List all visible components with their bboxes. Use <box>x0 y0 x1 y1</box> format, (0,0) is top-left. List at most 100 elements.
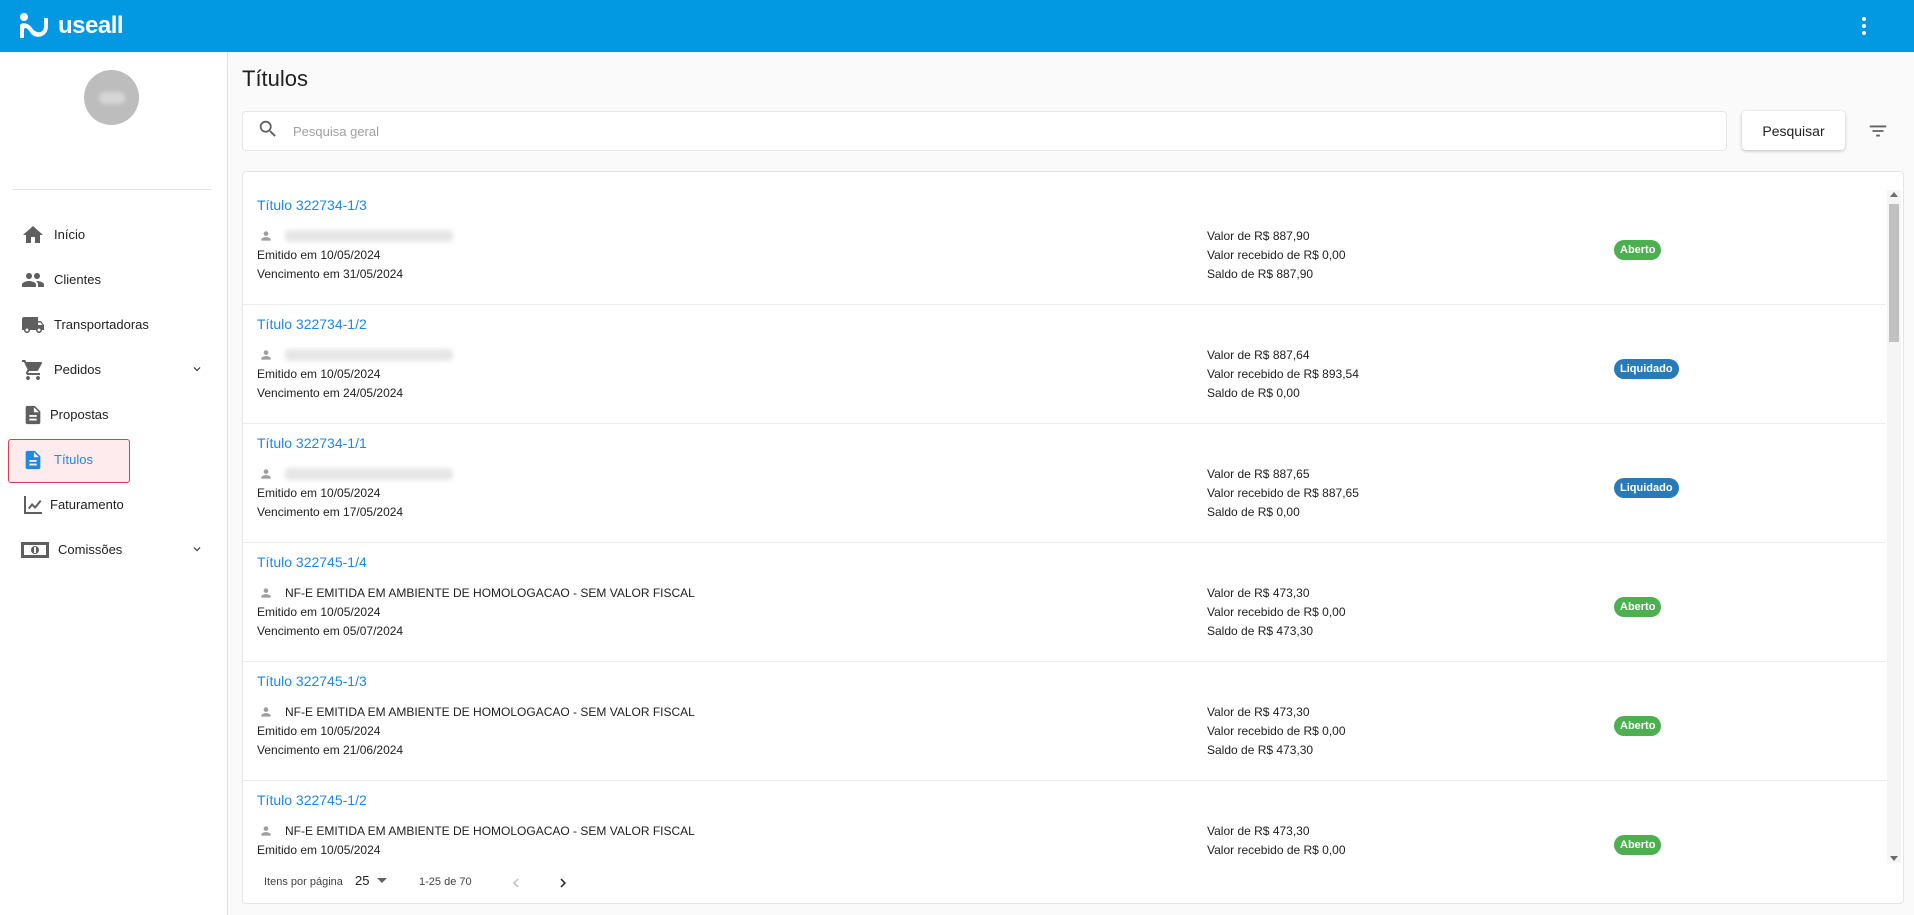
titulo-link[interactable]: Título 322734-1/3 <box>257 197 367 213</box>
sidebar-item-propostas[interactable]: Propostas <box>0 392 228 437</box>
home-icon <box>20 222 46 248</box>
balance: Saldo de R$ 473,30 <box>1207 743 1314 757</box>
useall-logo-icon <box>20 13 48 38</box>
client-name-redacted <box>285 349 453 361</box>
status-badge: Aberto <box>1614 597 1662 617</box>
table-row[interactable]: Título 322734-1/3 Emitido em 10/05/2024 … <box>243 186 1886 305</box>
client-name: NF-E EMITIDA EM AMBIENTE DE HOMOLOGACAO … <box>285 586 695 600</box>
scroll-down-arrow-icon[interactable] <box>1890 856 1898 861</box>
page-title: Títulos <box>242 66 309 91</box>
issue-date: Emitido em 10/05/2024 <box>257 248 381 262</box>
issue-date: Emitido em 10/05/2024 <box>257 486 381 500</box>
table-row[interactable]: Título 322745-1/3 NF-E EMITIDA EM AMBIEN… <box>243 662 1886 781</box>
previous-page-icon[interactable] <box>506 873 526 893</box>
person-icon <box>261 350 271 360</box>
titulos-list[interactable]: Título 322734-1/3 Emitido em 10/05/2024 … <box>243 186 1886 867</box>
titulo-link[interactable]: Título 322745-1/2 <box>257 792 367 808</box>
amount: Valor de R$ 887,90 <box>1207 229 1310 243</box>
search-input[interactable] <box>293 123 1693 139</box>
truck-icon <box>20 312 46 338</box>
status-badge: Aberto <box>1614 716 1662 736</box>
search-box <box>242 111 1727 151</box>
due-date: Vencimento em 17/05/2024 <box>257 505 404 519</box>
paginator: Itens por página 25 1-25 de 70 <box>243 862 1886 902</box>
amount-received: Valor recebido de R$ 893,54 <box>1207 367 1359 381</box>
sidebar-item-label: Transportadoras <box>54 317 149 332</box>
chevron-down-icon[interactable] <box>190 362 204 379</box>
amount-received: Valor recebido de R$ 0,00 <box>1207 843 1346 857</box>
titulo-link[interactable]: Título 322745-1/4 <box>257 554 367 570</box>
table-row[interactable]: Título 322745-1/4 NF-E EMITIDA EM AMBIEN… <box>243 543 1886 662</box>
client-line: NF-E EMITIDA EM AMBIENTE DE HOMOLOGACAO … <box>257 705 695 719</box>
sidebar-item-transportadoras[interactable]: Transportadoras <box>0 302 228 347</box>
more-vert-icon[interactable] <box>1852 14 1876 38</box>
client-name: NF-E EMITIDA EM AMBIENTE DE HOMOLOGACAO … <box>285 824 695 838</box>
document-icon <box>20 447 46 473</box>
amount: Valor de R$ 473,30 <box>1207 586 1310 600</box>
items-per-page-label: Itens por página <box>264 876 343 888</box>
table-row[interactable]: Título 322745-1/2 NF-E EMITIDA EM AMBIEN… <box>243 781 1886 867</box>
sidebar-item-label: Clientes <box>54 272 101 287</box>
amount: Valor de R$ 887,64 <box>1207 348 1310 362</box>
sidebar-item-inicio[interactable]: Início <box>0 212 228 257</box>
due-date: Vencimento em 05/07/2024 <box>257 624 404 638</box>
sidebar-item-label: Faturamento <box>50 497 124 512</box>
client-line <box>257 348 453 362</box>
client-name: NF-E EMITIDA EM AMBIENTE DE HOMOLOGACAO … <box>285 705 695 719</box>
issue-date: Emitido em 10/05/2024 <box>257 843 381 857</box>
caret-down-icon <box>377 878 388 883</box>
page-size-value: 25 <box>355 873 370 888</box>
list-scrollbar[interactable] <box>1887 190 1901 863</box>
balance: Saldo de R$ 0,00 <box>1207 505 1300 519</box>
sidebar-item-pedidos[interactable]: Pedidos <box>0 347 228 392</box>
page-size-select[interactable]: 25 <box>355 873 388 888</box>
person-icon <box>261 469 271 479</box>
client-line <box>257 467 453 481</box>
client-line: NF-E EMITIDA EM AMBIENTE DE HOMOLOGACAO … <box>257 586 695 600</box>
sidebar-item-label: Pedidos <box>54 362 101 377</box>
brand-logo[interactable]: useall <box>18 12 124 40</box>
cart-icon <box>20 357 46 383</box>
chevron-down-icon[interactable] <box>190 542 204 559</box>
scroll-up-arrow-icon[interactable] <box>1890 192 1898 197</box>
people-icon <box>20 267 46 293</box>
amount-received: Valor recebido de R$ 0,00 <box>1207 248 1346 262</box>
top-app-bar: useall <box>0 0 1914 52</box>
avatar[interactable] <box>84 70 139 125</box>
titulo-link[interactable]: Título 322745-1/3 <box>257 673 367 689</box>
due-date: Vencimento em 21/06/2024 <box>257 743 404 757</box>
sidebar-item-label: Início <box>54 227 86 242</box>
titulo-link[interactable]: Título 322734-1/2 <box>257 316 367 332</box>
client-name-redacted <box>285 468 453 480</box>
table-row[interactable]: Título 322734-1/2 Emitido em 10/05/2024 … <box>243 305 1886 424</box>
amount-received: Valor recebido de R$ 0,00 <box>1207 605 1346 619</box>
person-icon <box>261 231 271 241</box>
search-button[interactable]: Pesquisar <box>1742 111 1845 150</box>
balance: Saldo de R$ 887,90 <box>1207 267 1314 281</box>
person-icon <box>261 707 271 717</box>
money-icon <box>20 537 50 563</box>
scroll-thumb[interactable] <box>1889 204 1899 342</box>
sidebar-item-comissoes[interactable]: Comissões <box>0 527 228 572</box>
sidebar-item-label: Comissões <box>58 542 123 557</box>
client-line: NF-E EMITIDA EM AMBIENTE DE HOMOLOGACAO … <box>257 824 695 838</box>
brand-name: useall <box>58 12 124 39</box>
amount: Valor de R$ 473,30 <box>1207 705 1310 719</box>
sidebar-item-faturamento[interactable]: Faturamento <box>0 482 228 527</box>
next-page-icon[interactable] <box>553 873 573 893</box>
sidebar-item-clientes[interactable]: Clientes <box>0 257 228 302</box>
sidebar-item-titulos[interactable]: Títulos <box>0 437 228 483</box>
client-name-redacted <box>285 230 453 242</box>
titulo-link[interactable]: Título 322734-1/1 <box>257 435 367 451</box>
page-range-label: 1-25 de 70 <box>419 876 472 888</box>
sidebar-nav: Início Clientes Transportadoras Pedidos … <box>0 212 228 572</box>
person-icon <box>261 588 271 598</box>
proposal-icon <box>20 402 46 428</box>
issue-date: Emitido em 10/05/2024 <box>257 367 381 381</box>
sidebar-divider <box>12 189 212 190</box>
table-row[interactable]: Título 322734-1/1 Emitido em 10/05/2024 … <box>243 424 1886 543</box>
balance: Saldo de R$ 473,30 <box>1207 624 1314 638</box>
sidebar: Início Clientes Transportadoras Pedidos … <box>0 52 228 915</box>
filter-list-icon[interactable] <box>1866 119 1890 143</box>
status-badge: Liquidado <box>1614 359 1679 379</box>
